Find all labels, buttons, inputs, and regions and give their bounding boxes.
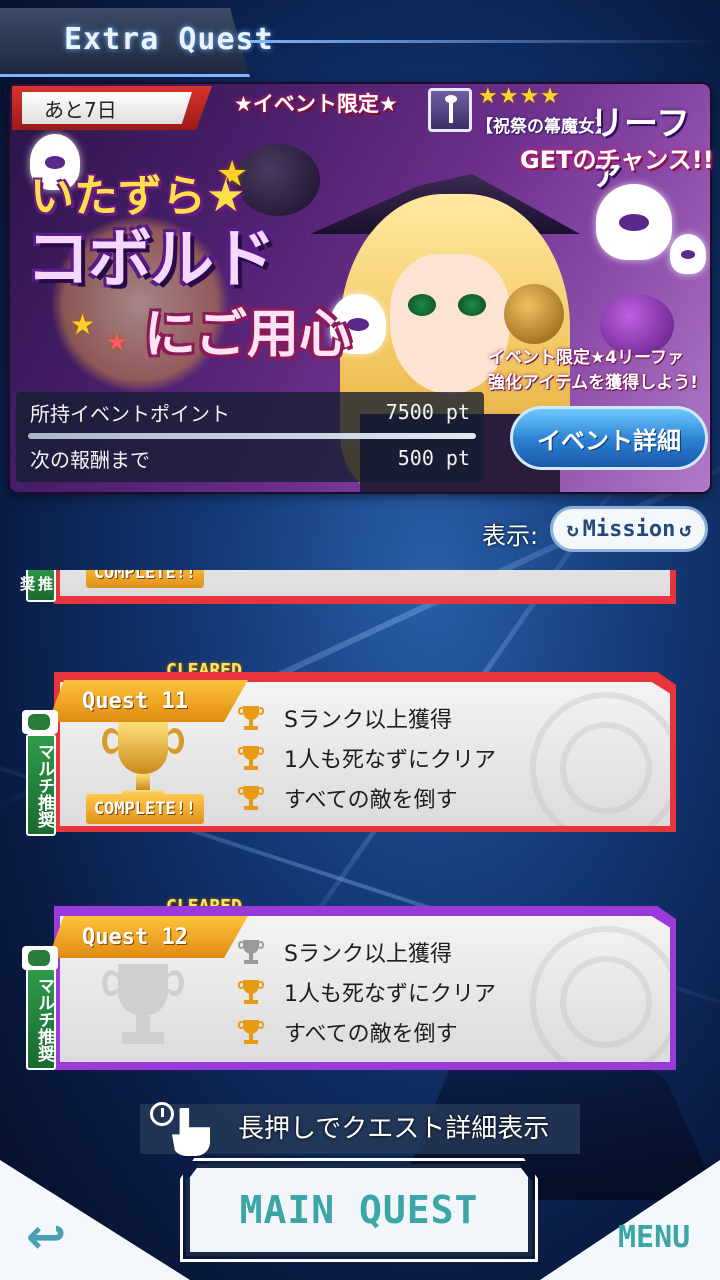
main-quest-button[interactable]: MAIN QUEST [186,1164,532,1256]
event-title-line3: にご用心 [144,305,351,365]
points-label: 所持イベントポイント [30,401,230,426]
trophy-icon [238,938,264,966]
trophy-icon [238,744,264,772]
pumpkin-icon [504,284,564,344]
cycle-left-icon: ↻ [566,517,579,541]
rarity-stars: ★★★★ [478,84,561,109]
ring-decoration [560,722,652,814]
quest-name-tag: Quest 12 [48,916,248,958]
trophy-icon [238,1018,264,1046]
multiplayer-icon [22,946,58,970]
back-arrow-icon[interactable]: ↩ [26,1212,96,1262]
header-divider [250,40,720,43]
mission-row: 1人も死なずにクリア [238,974,496,1010]
complete-tag: COMPLETE!! [86,794,204,824]
mission-toggle-button[interactable]: ↻ Mission ↺ [550,506,708,552]
next-reward-row: 次の報酬まで 500 pt [30,440,470,476]
multi-recommended-badge: 推奨 [18,570,56,602]
mission-toggle-label: Mission [582,516,676,542]
get-chance-label: GETのチャンス!! [520,146,714,174]
mission-label: すべての敵を倒す [284,788,458,813]
multi-recommended-badge: マルチ推奨 [26,734,56,836]
event-detail-button[interactable]: イベント詳細 [510,406,708,470]
menu-button[interactable]: MENU [618,1220,690,1255]
character-eye-art [408,294,436,316]
next-reward-label: 次の報酬まで [30,447,150,472]
ring-decoration [560,956,652,1048]
character-eye-art [458,294,486,316]
mission-label: すべての敵を倒す [284,1022,458,1047]
mission-label: 1人も死なずにクリア [284,982,496,1007]
days-left-label: あと7日 [22,92,192,124]
next-reward-value: 500 pt [397,446,470,470]
multi-recommended-badge: マルチ推奨 [26,968,56,1070]
mission-label: 1人も死なずにクリア [284,748,496,773]
complete-tag: COMPLETE!! [86,570,204,588]
multi-label: マルチ推奨 [34,976,54,1062]
mission-row: 1人も死なずにクリア [238,740,496,776]
pumpkin-icon [236,144,320,216]
ghost-icon [670,234,706,274]
multiplayer-icon [22,710,58,734]
points-row: 所持イベントポイント 7500 pt [30,394,470,430]
enhance-note-line2: 強化アイテムを獲得しよう! [488,373,699,393]
trophy-gray-icon [96,964,190,1046]
multi-label: 推奨 [18,575,54,591]
long-press-hint: 長押しでクエスト詳細表示 [238,1114,550,1144]
mission-row: すべての敵を倒す [238,780,458,816]
mission-row: Sランク以上獲得 [238,700,452,736]
ghost-icon [596,184,672,260]
page-title: Extra Quest [64,22,274,57]
quest-name-tag: Quest 11 [48,680,248,722]
mission-row: すべての敵を倒す [238,1014,458,1050]
trophy-icon [238,704,264,732]
event-title-line2: コボルド [26,223,276,297]
trophy-icon [238,784,264,812]
clock-icon [150,1102,174,1126]
mission-label: Sランク以上獲得 [284,942,452,967]
cycle-right-icon: ↺ [679,517,692,541]
points-divider [28,433,476,439]
quest-list[interactable]: 推奨 COMPLETE!! CLEARED Quest 11 マルチ推奨 COM… [0,570,720,1090]
star-icon: ★ [106,328,128,356]
enhance-note-line1: イベント限定★4リーファ [488,348,685,368]
trophy-gold-icon [96,722,190,804]
display-mode-label: 表示: [482,522,539,550]
enhance-note: イベント限定★4リーファ 強化アイテムを獲得しよう! [488,346,702,396]
event-limited-label: ★イベント限定★ [234,92,398,116]
points-value: 7500 pt [385,400,470,424]
star-icon: ★ [70,308,96,341]
mission-row: Sランク以上獲得 [238,934,452,970]
sword-icon [428,88,472,132]
mission-label: Sランク以上獲得 [284,708,452,733]
multi-label: マルチ推奨 [34,742,54,828]
trophy-icon [238,978,264,1006]
